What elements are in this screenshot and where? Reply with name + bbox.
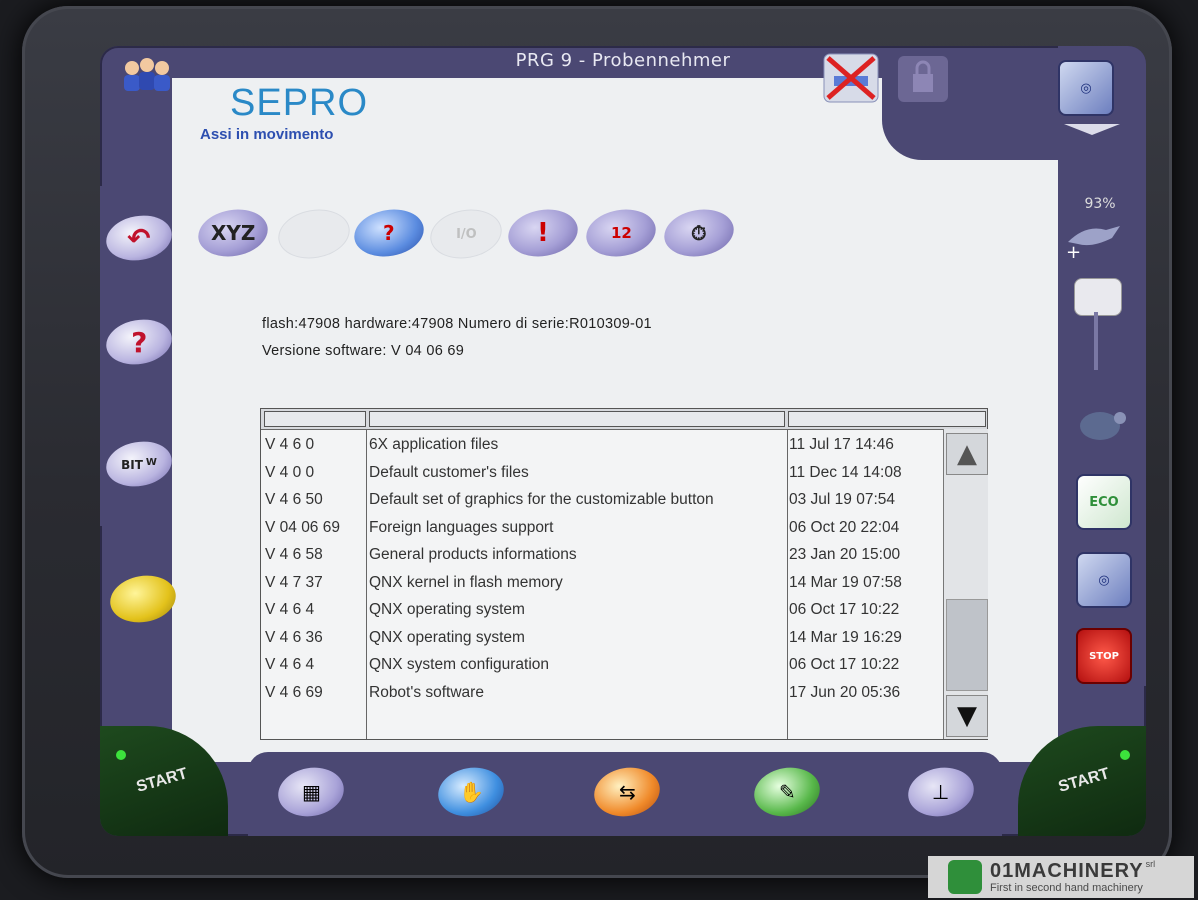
alarm-icon[interactable]: ! <box>504 204 582 262</box>
document-icon[interactable] <box>106 570 180 628</box>
users-icon[interactable] <box>118 54 176 100</box>
table-scrollbar[interactable]: ▲ ▼ <box>943 429 988 739</box>
window-title: PRG 9 - Probennehmer <box>515 50 731 71</box>
expand-down-icon[interactable] <box>1062 122 1122 136</box>
cycle-step-icon[interactable]: ◎ <box>1076 552 1132 608</box>
table-header <box>261 409 987 430</box>
table-row[interactable]: V 4 6 4 QNX system configuration 06 Oct 17… <box>261 652 941 679</box>
watermark-text: 01MACHINERY srl First in second hand mach… <box>990 858 1156 894</box>
lock-disabled-icon <box>898 56 948 102</box>
speed-slider-knob[interactable] <box>1074 278 1122 316</box>
bottom-toolbar: ▦ ✋ ⇆ ✎ ⊥ <box>248 752 1002 836</box>
robot-axes-icon[interactable]: ⊥ <box>904 762 978 822</box>
table-row[interactable]: V 4 6 36 QNX operating system 14 Mar 19 16… <box>261 625 941 652</box>
calendar-icon[interactable]: 12 <box>582 204 660 262</box>
robot-disabled-icon[interactable] <box>822 52 880 104</box>
clock-icon[interactable]: ⏱ <box>660 204 738 262</box>
svg-text:+: + <box>1066 242 1081 262</box>
header-date[interactable] <box>788 411 986 427</box>
machine-icon[interactable]: ▦ <box>274 762 348 822</box>
table-row[interactable]: V 04 06 69 Foreign languages support 06 Oc… <box>261 515 941 542</box>
eco-icon[interactable]: ECO <box>1076 474 1132 530</box>
start-led-right <box>1120 750 1130 760</box>
edit-program-icon[interactable]: ✎ <box>750 762 824 822</box>
stop-button[interactable]: STOP <box>1076 628 1132 684</box>
system-info-line-1: flash:47908 hardware:47908 Numero di ser… <box>262 316 652 332</box>
tools-question-icon[interactable]: ? <box>350 204 428 262</box>
io-disabled-icon: I/O <box>426 204 506 264</box>
header-description[interactable] <box>369 411 785 427</box>
word-label: W <box>146 456 158 468</box>
table-row[interactable]: V 4 6 0 6X application files 11 Jul 17 14:… <box>261 432 941 459</box>
back-icon[interactable]: ↶ <box>102 210 176 266</box>
header-version[interactable] <box>264 411 366 427</box>
system-info-line-2: Versione software: V 04 06 69 <box>262 343 465 359</box>
zoom-level: 93% <box>1084 196 1116 212</box>
main-toolbar: XYZ ? I/O ! 12 ⏱ <box>194 204 758 264</box>
hand-icon[interactable]: ✋ <box>434 762 508 822</box>
table-row[interactable]: V 4 6 4 QNX operating system 06 Oct 17 10:… <box>261 597 941 624</box>
turtle-icon[interactable] <box>1070 398 1130 448</box>
table-row[interactable]: V 4 6 58 General products informations 23 … <box>261 542 941 569</box>
axis-xyz-icon[interactable]: XYZ <box>194 204 272 262</box>
bit-label: BIT <box>120 458 143 473</box>
transfer-icon[interactable]: ⇆ <box>590 762 664 822</box>
sepro-logo: SEPRO <box>230 82 368 125</box>
help-icon[interactable]: ? <box>102 314 176 370</box>
table-row[interactable]: V 4 6 69 Robot's software 17 Jun 20 05:36 <box>261 680 941 707</box>
logo-text: SEPRO <box>230 82 369 124</box>
software-table: V 4 6 0 6X application files 11 Jul 17 14:… <box>260 408 988 740</box>
scroll-thumb[interactable] <box>946 599 988 691</box>
io-diagram-icon <box>274 204 354 264</box>
scroll-up-icon[interactable]: ▲ <box>946 433 988 475</box>
logo-subtitle: Assi in movimento <box>200 126 334 143</box>
scroll-down-icon[interactable]: ▼ <box>946 695 988 737</box>
watermark: 01MACHINERY srl First in second hand mach… <box>928 856 1194 898</box>
bit-word-icon[interactable]: BIT W <box>102 436 176 492</box>
table-row[interactable]: V 4 6 50 Default set of graphics for the … <box>261 487 941 514</box>
watermark-logo-icon <box>948 860 982 894</box>
table-row[interactable]: V 4 7 37 QNX kernel in flash memory 14 Mar… <box>261 570 941 597</box>
cycle-icon[interactable]: ◎ <box>1058 60 1114 116</box>
speed-slider-track[interactable] <box>1094 312 1098 370</box>
table-row[interactable]: V 4 0 0 Default customer's files 11 Dec 14… <box>261 460 941 487</box>
left-button-column: ↶ ? BIT W <box>100 186 176 526</box>
start-led-left <box>116 750 126 760</box>
zoom-in-icon[interactable]: + <box>1062 214 1126 262</box>
